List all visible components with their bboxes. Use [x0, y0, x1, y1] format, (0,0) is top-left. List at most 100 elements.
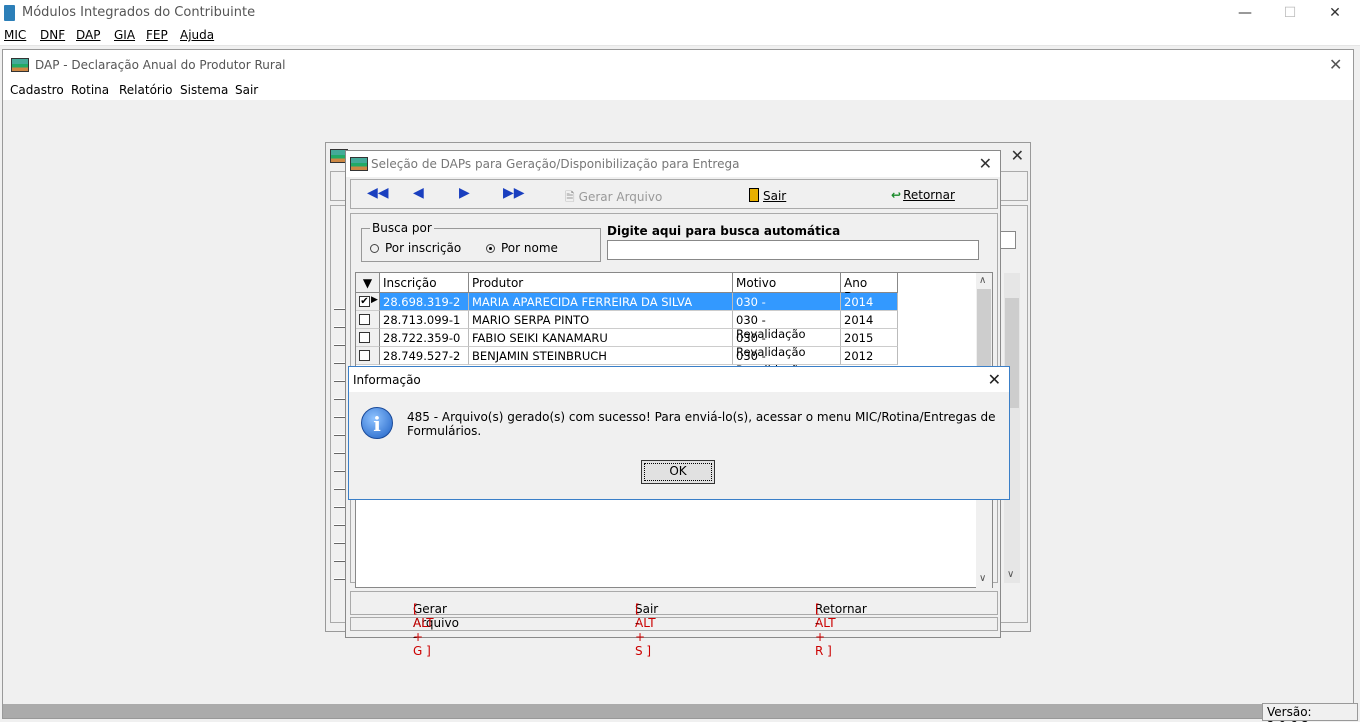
dap-menu-bar: Cadastro Rotina Relatório Sistema Sair	[3, 80, 1353, 100]
menu-sair[interactable]: Sair	[235, 83, 258, 97]
search-by-legend: Busca por	[370, 221, 434, 235]
minimize-icon[interactable]: —	[1222, 0, 1268, 26]
gerar-arquivo-button[interactable]: 🗎 Gerar Arquivo	[565, 188, 662, 209]
radio-nome-label: Por nome	[501, 241, 558, 255]
app-icon	[4, 5, 15, 21]
scroll-up-icon[interactable]: ∧	[979, 275, 986, 286]
menu-ajuda[interactable]: Ajuda	[180, 28, 214, 42]
radio-nome-indicator[interactable]	[486, 244, 495, 253]
sair-label: Sair	[763, 189, 787, 203]
grid-header-produtor[interactable]: Produtor	[469, 273, 733, 293]
menu-sistema[interactable]: Sistema	[180, 83, 228, 97]
info-message-box: Informação ✕ i 485 - Arquivo(s) gerado(s…	[348, 366, 1010, 500]
info-title: Informação	[353, 373, 421, 387]
menu-rotina[interactable]: Rotina	[71, 83, 109, 97]
menu-dap[interactable]: DAP	[76, 28, 100, 42]
cell-motivo[interactable]: 030 - Revalidação	[733, 311, 841, 341]
menu-cadastro[interactable]: Cadastro	[10, 83, 64, 97]
grid-header-ano-base[interactable]: Ano Base	[841, 273, 898, 304]
info-title-bar: Informação ✕	[349, 367, 1009, 392]
selection-toolbar: ◀◀ ◀ ▶ ▶▶ 🗎 Gerar Arquivo Sair ↩ Retornar	[350, 179, 998, 209]
retornar-label: Retornar	[903, 188, 955, 202]
cell-motivo[interactable]: 030 - Revalidação	[733, 329, 841, 359]
table-row[interactable]: ✔ ▶ 28.698.319-2 MARIA APARECIDA FERREIRA D…	[356, 293, 898, 323]
row-checkbox[interactable]	[359, 350, 370, 361]
selection-dialog-title-bar: Seleção de DAPs para Geração/Disponibili…	[346, 151, 1000, 177]
retornar-button[interactable]: ↩ Retornar	[891, 188, 955, 202]
menu-relatorio[interactable]: Relatório	[119, 83, 173, 97]
bottom-status-strip	[350, 617, 998, 631]
background-dialog-close-icon[interactable]: ✕	[1011, 146, 1024, 165]
selection-dialog-title: Seleção de DAPs para Geração/Disponibili…	[371, 157, 740, 171]
grid-header-motivo[interactable]: Motivo	[733, 273, 841, 293]
info-body: i 485 - Arquivo(s) gerado(s) com sucesso…	[349, 392, 1009, 499]
info-message-text: 485 - Arquivo(s) gerado(s) com sucesso! …	[407, 410, 996, 438]
table-row[interactable]: 28.749.527-2BENJAMIN STEINBRUCH030 - Rev…	[356, 347, 898, 377]
last-record-icon[interactable]: ▶▶	[503, 185, 525, 201]
background-scroll-down-icon[interactable]: ∨	[1007, 569, 1014, 580]
cell-produtor[interactable]: MARIO SERPA PINTO	[469, 311, 733, 329]
cell-ano-base[interactable]: 2014	[841, 311, 898, 329]
cell-inscricao[interactable]: 28.749.527-2	[380, 347, 469, 365]
maximize-icon[interactable]: ☐	[1267, 0, 1313, 26]
selection-dialog-icon	[350, 157, 368, 171]
menu-mic[interactable]: MIC	[4, 28, 26, 42]
app-title: Módulos Integrados do Contribuinte	[22, 5, 256, 20]
current-row-icon: ▶	[371, 295, 378, 305]
radio-inscricao-label: Por inscrição	[385, 241, 462, 255]
info-close-icon[interactable]: ✕	[988, 370, 1001, 389]
row-checkbox[interactable]	[359, 314, 370, 325]
gerar-arquivo-label: Gerar Arquivo	[578, 190, 663, 204]
sair-button[interactable]: Sair	[749, 188, 786, 203]
ok-button[interactable]: OK	[641, 460, 715, 484]
gerar-arquivo-icon: 🗎	[565, 190, 575, 204]
radio-por-nome[interactable]: Por nome	[486, 241, 558, 255]
row-checkbox-cell[interactable]	[356, 311, 380, 329]
cell-inscricao[interactable]: 28.713.099-1	[380, 311, 469, 329]
table-row[interactable]: 28.722.359-0 FABIO SEIKI KANAMARU 030 - Re…	[356, 329, 898, 359]
radio-por-inscricao[interactable]: Por inscrição	[370, 241, 461, 255]
app-menu-bar: MIC DNF DAP GIA FEP Ajuda	[0, 26, 1360, 46]
cell-produtor[interactable]: FABIO SEIKI KANAMARU	[469, 329, 733, 347]
table-row[interactable]: 28.713.099-1 MARIO SERPA PINTO 030 - Reval…	[356, 311, 898, 341]
cell-produtor[interactable]: BENJAMIN STEINBRUCH	[469, 347, 733, 365]
cell-ano-base[interactable]: 2015	[841, 329, 898, 347]
dap-title: DAP - Declaração Anual do Produtor Rural	[35, 58, 286, 72]
cell-produtor[interactable]: MARIA APARECIDA FERREIRA DA SILVA	[469, 293, 733, 311]
shortcut-footer: Gerar Arquivo - [ ALT + G ] Sair - [ ALT…	[350, 591, 998, 658]
grid-header-indicator[interactable]: ▼	[356, 273, 380, 293]
dap-app-icon	[11, 58, 29, 72]
menu-fep[interactable]: FEP	[146, 28, 168, 42]
row-checkbox-cell[interactable]	[356, 347, 380, 365]
cell-motivo[interactable]: 030 - Revalidação	[733, 293, 841, 323]
row-checkbox-cell[interactable]: ✔ ▶	[356, 293, 380, 311]
cell-ano-base[interactable]: 2014	[841, 293, 898, 311]
menu-dnf[interactable]: DNF	[40, 28, 65, 42]
menu-gia[interactable]: GIA	[114, 28, 135, 42]
exit-door-icon	[749, 188, 759, 202]
previous-record-icon[interactable]: ◀	[413, 185, 424, 201]
next-record-icon[interactable]: ▶	[459, 185, 470, 201]
search-by-group: Busca por Por inscrição Por nome	[361, 221, 601, 262]
row-checkbox[interactable]: ✔	[359, 296, 370, 307]
first-record-icon[interactable]: ◀◀	[367, 185, 389, 201]
auto-search-input[interactable]	[607, 240, 979, 260]
cell-ano-base[interactable]: 2012	[841, 347, 898, 365]
close-icon[interactable]: ✕	[1312, 0, 1358, 26]
dap-close-icon[interactable]: ✕	[1329, 55, 1342, 74]
return-arrow-icon: ↩	[891, 188, 902, 202]
row-checkbox[interactable]	[359, 332, 370, 343]
selection-dialog-close-icon[interactable]: ✕	[979, 154, 992, 173]
info-icon: i	[361, 407, 393, 439]
dap-title-bar: DAP - Declaração Anual do Produtor Rural…	[3, 50, 1353, 80]
scroll-down-icon[interactable]: ∨	[979, 573, 986, 584]
cell-inscricao[interactable]: 28.698.319-2	[380, 293, 469, 311]
auto-search-label: Digite aqui para busca automática	[607, 224, 841, 238]
cell-motivo[interactable]: 030 - Revalidação	[733, 347, 841, 377]
row-checkbox-cell[interactable]	[356, 329, 380, 347]
version-label: Versão: 2.0.6.3	[1262, 703, 1358, 722]
grid-header-inscricao[interactable]: Inscrição	[380, 273, 469, 293]
cell-inscricao[interactable]: 28.722.359-0	[380, 329, 469, 347]
app-title-bar: Módulos Integrados do Contribuinte — ☐ ✕	[0, 0, 1360, 26]
radio-inscricao-indicator[interactable]	[370, 244, 379, 253]
